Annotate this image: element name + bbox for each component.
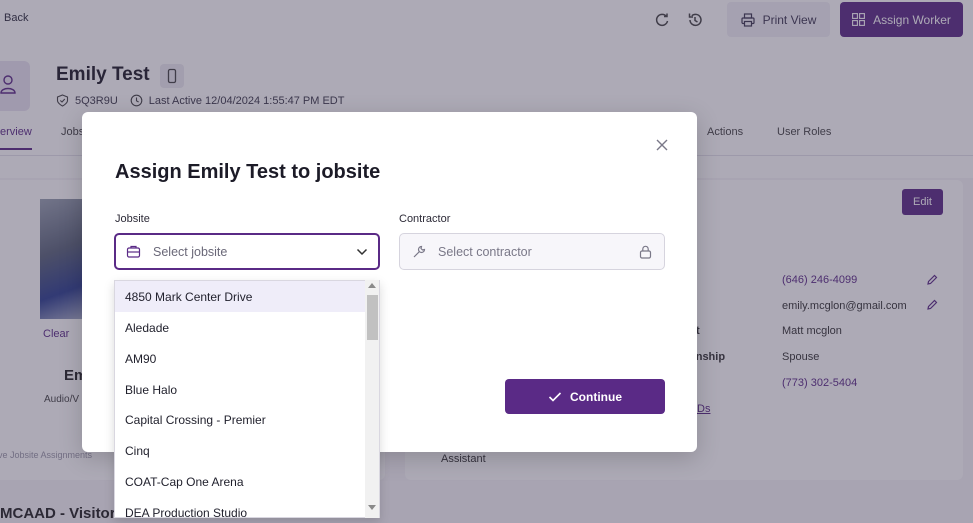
jobsite-select[interactable]: Select jobsite (114, 233, 380, 270)
continue-label: Continue (570, 389, 622, 404)
option-item[interactable]: AM90 (115, 343, 366, 374)
scrollbar-thumb[interactable] (367, 295, 378, 340)
chevron-down-icon (356, 248, 368, 256)
scroll-up-arrow-icon[interactable] (368, 283, 376, 288)
option-item[interactable]: Capital Crossing - Premier (115, 404, 366, 435)
continue-button[interactable]: Continue (505, 379, 665, 414)
contractor-placeholder: Select contractor (438, 244, 532, 259)
option-item[interactable]: DEA Production Studio (115, 497, 366, 518)
check-icon (548, 391, 562, 402)
option-item[interactable]: Aledade (115, 312, 366, 343)
option-item[interactable]: 4850 Mark Center Drive (115, 281, 366, 312)
option-item[interactable]: Cinq (115, 435, 366, 466)
option-item[interactable]: COAT-Cap One Arena (115, 466, 366, 497)
jobsite-options-list: 4850 Mark Center Drive Aledade AM90 Blue… (114, 280, 380, 518)
option-item[interactable]: Blue Halo (115, 374, 366, 405)
lock-icon (639, 245, 652, 259)
jobsite-placeholder: Select jobsite (153, 244, 228, 259)
scroll-down-arrow-icon[interactable] (368, 505, 376, 510)
modal-title: Assign Emily Test to jobsite (115, 161, 381, 183)
wrench-icon (413, 245, 426, 257)
jobsite-label: Jobsite (115, 213, 150, 225)
contractor-label: Contractor (399, 213, 451, 225)
close-icon[interactable] (655, 138, 669, 152)
contractor-select[interactable]: Select contractor (399, 233, 665, 270)
briefcase-icon (126, 245, 141, 258)
